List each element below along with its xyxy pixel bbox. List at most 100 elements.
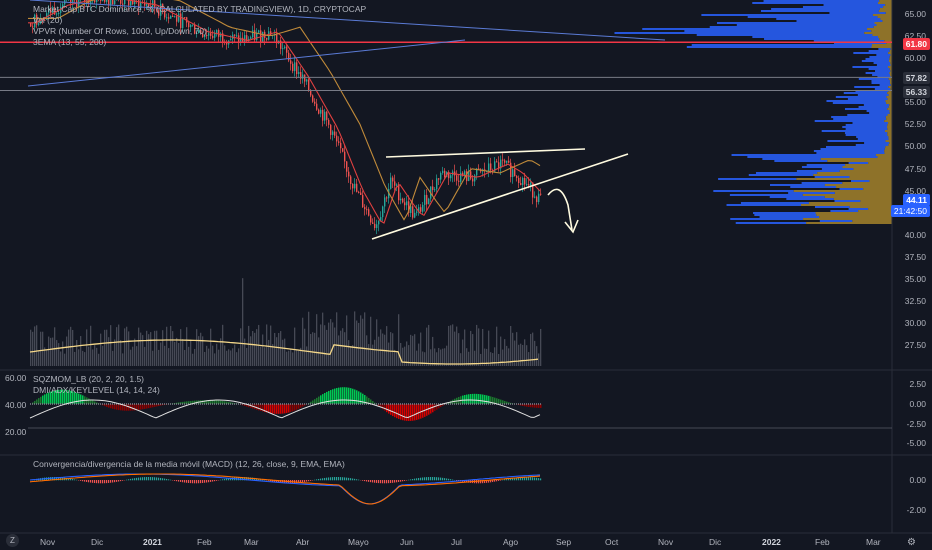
- main-legend[interactable]: Market Cap BTC Dominance, % (CALCULATED …: [33, 4, 366, 48]
- candle-body: [30, 22, 32, 27]
- candle-body: [304, 74, 306, 82]
- volume-bar: [78, 349, 80, 366]
- vp-bar-down: [882, 20, 892, 22]
- volume-bar: [212, 345, 214, 366]
- macd-histogram-bar: [432, 477, 434, 481]
- volume-bar: [360, 315, 362, 366]
- gear-icon[interactable]: ⚙: [907, 537, 916, 548]
- sqz-legend[interactable]: SQZMOM_LB (20, 2, 20, 1.5) DMI/ADX/KEYLE…: [33, 374, 160, 396]
- macd-histogram-bar: [128, 479, 130, 481]
- volume-bar: [326, 329, 328, 366]
- vp-bar-up: [876, 64, 891, 66]
- macd-legend[interactable]: Convergencia/divergencia de la media móv…: [33, 459, 345, 470]
- volume-bar: [428, 324, 430, 366]
- vp-bar-up: [796, 20, 883, 22]
- sqz-dot: [346, 403, 347, 405]
- macd-histogram-bar: [504, 479, 506, 481]
- zoom-button[interactable]: Z: [6, 534, 19, 547]
- volume-bar: [36, 325, 38, 366]
- candle-body: [504, 160, 506, 163]
- sqz-dot: [134, 403, 135, 405]
- vp-bar-up: [868, 68, 890, 70]
- candle-body: [438, 178, 440, 180]
- volume-bar: [348, 340, 350, 366]
- volume-bar: [388, 342, 390, 366]
- volume-bar: [528, 352, 530, 366]
- sqz-dot: [38, 403, 39, 405]
- vp-bar-down: [885, 100, 892, 102]
- volume-bar: [66, 336, 68, 366]
- sqz-right-tick-0: 2.50: [909, 379, 926, 389]
- volume-bar: [260, 346, 262, 366]
- vp-bar-down: [820, 158, 892, 160]
- sqz-dot: [400, 403, 401, 405]
- volume-bar: [216, 343, 218, 366]
- macd-histogram-bar: [498, 480, 500, 481]
- sqz-bar: [274, 404, 276, 414]
- candle-body: [298, 72, 300, 75]
- volume-bar: [180, 329, 182, 366]
- sqz-dot: [540, 403, 541, 405]
- macd-histogram-bar: [158, 477, 160, 481]
- vp-bar-up: [848, 208, 869, 210]
- sqz-dot: [536, 403, 537, 405]
- vp-bar-down: [884, 120, 892, 122]
- sqz-dot: [332, 403, 333, 405]
- volume-bar: [94, 345, 96, 366]
- sqz-left-tick-1: 40.00: [5, 400, 27, 410]
- volume-bar: [392, 333, 394, 366]
- volume-bar: [50, 337, 52, 366]
- macd-histogram-bar: [168, 479, 170, 481]
- legend-macd[interactable]: Convergencia/divergencia de la media móv…: [33, 459, 345, 470]
- vp-bar-up: [736, 24, 877, 26]
- vp-bar-up: [869, 112, 890, 114]
- volume-bar: [240, 328, 242, 366]
- macd-histogram-bar: [506, 479, 508, 481]
- level-badge-56: 56.33: [902, 86, 930, 98]
- price-tick-0: 65.00: [904, 9, 926, 19]
- volume-bar: [46, 349, 48, 366]
- vp-bar-up: [847, 114, 888, 116]
- sqz-dot: [176, 403, 177, 405]
- legend-ema[interactable]: 3EMA (13, 55, 200): [33, 37, 366, 48]
- volume-bar: [32, 331, 34, 366]
- volume-bar: [274, 332, 276, 366]
- macd-histogram-bar: [440, 477, 442, 481]
- sqz-dot: [458, 403, 459, 405]
- sqz-dot: [128, 403, 129, 405]
- macd-histogram-bar: [156, 477, 158, 481]
- volume-bars: [29, 278, 542, 366]
- macd-histogram-bar: [340, 477, 342, 481]
- vp-bar-down: [839, 170, 892, 172]
- sqz-dot: [392, 403, 393, 405]
- volume-bar: [372, 344, 374, 366]
- legend-sqzmom[interactable]: SQZMOM_LB (20, 2, 20, 1.5): [33, 374, 160, 385]
- volume-bar: [316, 314, 318, 366]
- sqz-dot: [526, 403, 527, 405]
- legend-title[interactable]: Market Cap BTC Dominance, % (CALCULATED …: [33, 4, 366, 15]
- legend-vpvr[interactable]: VPVR (Number Of Rows, 1000, Up/Down, 70): [33, 26, 366, 37]
- vp-bar-down: [873, 26, 892, 28]
- vp-bar-down: [885, 4, 892, 6]
- sqz-dot: [200, 403, 201, 405]
- volume-bar: [278, 333, 280, 366]
- sqz-dot: [144, 403, 145, 405]
- volume-bar: [168, 348, 170, 366]
- macd-histogram-bar: [164, 478, 166, 481]
- vp-bar-up: [816, 152, 885, 154]
- volume-bar: [252, 331, 254, 366]
- sqz-dot: [178, 403, 179, 405]
- sqz-bar: [332, 389, 334, 404]
- vp-bar-down: [887, 134, 892, 136]
- vp-bar-down: [879, 0, 892, 2]
- legend-dmi[interactable]: DMI/ADX/KEYLEVEL (14, 14, 24): [33, 385, 160, 396]
- vp-bar-down: [888, 106, 892, 108]
- macd-histogram-bar: [136, 477, 138, 481]
- price-tick-7: 47.50: [904, 163, 926, 174]
- sqz-bar: [348, 387, 350, 404]
- macd-histogram-bar: [308, 480, 310, 482]
- sqz-dot: [36, 403, 37, 405]
- legend-volume[interactable]: Vol (20): [33, 15, 366, 26]
- macd-histogram-bar: [216, 480, 218, 481]
- sqz-bar: [472, 393, 474, 404]
